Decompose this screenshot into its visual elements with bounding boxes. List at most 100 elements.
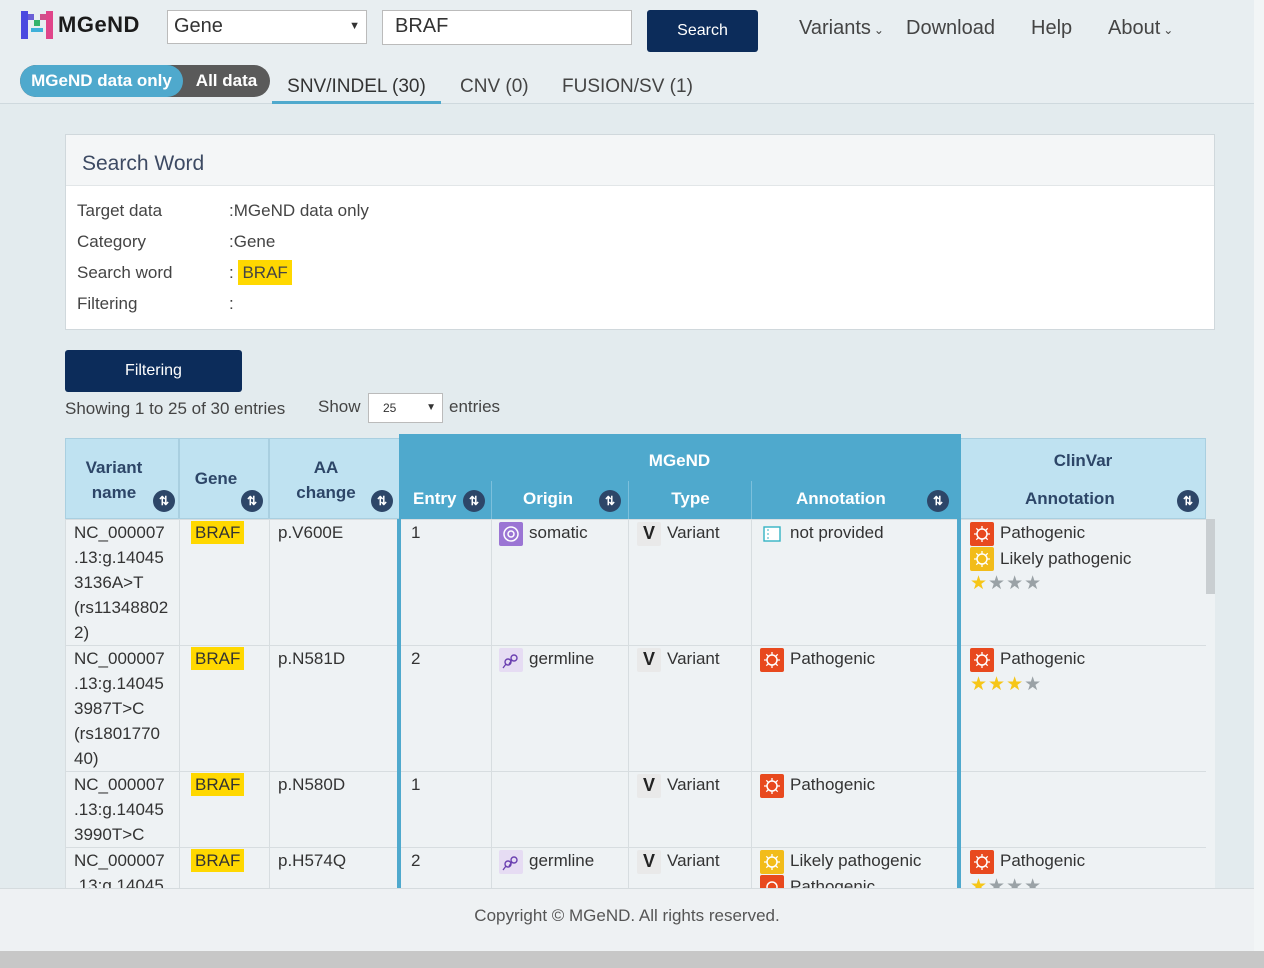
category-row: Category:Gene [77, 232, 276, 251]
nav-help[interactable]: Help [1031, 17, 1072, 40]
nav-download[interactable]: Download [906, 17, 995, 40]
aa-change-cell: p.N580D [278, 775, 346, 794]
row-key: Category [77, 232, 146, 251]
star-icon: ★★★ [988, 573, 1043, 595]
partial-row-clip: NC_000007 .13:g.14045 BRAF p.H574Q 2 ger… [65, 847, 1206, 888]
table-row [65, 645, 1206, 771]
sort-icon[interactable]: ⇅ [927, 490, 949, 512]
aa-change-cell: p.H574Q [278, 851, 347, 870]
sort-icon[interactable]: ⇅ [371, 490, 393, 512]
col-header-variant-name[interactable]: Variant name ⇅ [65, 438, 179, 519]
search-button[interactable]: Search [647, 10, 758, 52]
row-key: Target data [77, 201, 163, 220]
sort-icon[interactable]: ⇅ [241, 490, 263, 512]
variant-icon: V [637, 849, 661, 874]
entry-cell[interactable]: 2 [411, 646, 420, 671]
variant-line: (rs1801770 [74, 724, 161, 743]
sort-icon[interactable]: ⇅ [463, 490, 485, 512]
annotation-label: Likely pathogenic [790, 851, 922, 870]
table-scrollbar-thumb[interactable] [1206, 519, 1215, 594]
col-header-gene[interactable]: Gene ⇅ [179, 438, 269, 519]
sort-icon[interactable]: ⇅ [153, 490, 175, 512]
col-header-clinvar-annotation[interactable]: Annotation ⇅ [960, 481, 1206, 519]
col-header-label: Origin [523, 489, 574, 508]
data-scope-toggle[interactable]: MGeND data only All data [20, 65, 270, 97]
sort-icon[interactable]: ⇅ [1177, 490, 1199, 512]
row-value: MGeND data only [233, 201, 369, 220]
row-key: Filtering [77, 294, 138, 313]
horizontal-scrollbar[interactable] [0, 951, 1264, 968]
sort-icon[interactable]: ⇅ [599, 490, 621, 512]
col-header-origin[interactable]: Origin ⇅ [491, 481, 628, 519]
search-word-row: Search word: BRAF [77, 260, 292, 285]
origin-cell: somatic [499, 520, 588, 546]
search-word-panel: Search Word Target data:MGeND data only … [65, 134, 1215, 330]
column-divider [628, 519, 629, 888]
variant-name-cell[interactable]: NC_000007 .13:g.14045 3987T>C (rs1801770… [74, 646, 178, 771]
aa-change-cell: p.V600E [278, 523, 344, 542]
variant-name-cell[interactable]: NC_000007 .13:g.14045 3990T>C [74, 772, 178, 847]
table-scrollbar[interactable] [1206, 519, 1215, 888]
col-header-aa-change[interactable]: AA change ⇅ [269, 438, 400, 519]
germline-icon [499, 849, 523, 874]
gene-chip[interactable]: BRAF [191, 647, 245, 670]
star-icon: ★★★ [988, 875, 1043, 888]
gene-cell[interactable]: BRAF [191, 520, 245, 545]
clinvar-annotation-cell: Pathogenic ★★★★ [970, 848, 1085, 888]
gene-cell[interactable]: BRAF [191, 848, 245, 873]
nav-variants[interactable]: Variants ⌄ [799, 17, 884, 40]
col-group-label: ClinVar [1053, 451, 1113, 470]
annotation-cell: Pathogenic [760, 772, 875, 798]
pathogenic-icon [970, 521, 994, 546]
variant-icon: V [637, 773, 661, 798]
tab-cnv[interactable]: CNV (0) [460, 76, 529, 98]
logo[interactable]: MGeND [20, 10, 140, 40]
toggle-mgend-only[interactable]: MGeND data only [20, 65, 183, 97]
gene-chip[interactable]: BRAF [191, 521, 245, 544]
variant-line: .13:g.14045 [74, 674, 164, 693]
toggle-all-data[interactable]: All data [183, 65, 270, 97]
star-icon: ★ [970, 875, 989, 888]
tab-snv-indel[interactable]: SNV/INDEL (30) [272, 76, 441, 104]
tab-fusion-sv[interactable]: FUSION/SV (1) [562, 76, 693, 98]
gene-cell[interactable]: BRAF [191, 646, 245, 671]
nav-about[interactable]: About ⌄ [1108, 17, 1173, 40]
gene-chip[interactable]: BRAF [191, 849, 245, 872]
variant-name-cell[interactable]: NC_000007 .13:g.14045 3136A>T (rs1134880… [74, 520, 178, 645]
gene-chip[interactable]: BRAF [191, 773, 245, 796]
entry-cell[interactable]: 1 [411, 520, 420, 545]
origin-cell: germline [499, 848, 594, 874]
page-scroll-track[interactable] [1254, 0, 1264, 951]
variant-line: .13:g.14045 [74, 548, 164, 567]
aa-change-cell: p.N581D [278, 649, 346, 668]
entry-cell[interactable]: 2 [411, 848, 420, 873]
type-cell: V Variant [637, 772, 720, 798]
dropdown-arrow-icon: ▼ [426, 402, 436, 413]
germline-icon [499, 647, 523, 672]
variant-line: 3990T>C [74, 825, 145, 844]
likely-pathogenic-icon [760, 849, 784, 874]
entry-cell[interactable]: 1 [411, 772, 420, 797]
filtering-row: Filtering: [77, 294, 234, 313]
search-input[interactable]: BRAF [382, 10, 632, 45]
col-header-entry[interactable]: Entry ⇅ [399, 481, 491, 519]
col-group-label: MGeND [648, 451, 711, 470]
review-stars: ★★★★ [970, 571, 1131, 596]
top-header: MGeND Gene ▼ BRAF Search Variants ⌄ Downl… [0, 0, 1254, 104]
filtering-button[interactable]: Filtering [65, 350, 242, 392]
type-cell: V Variant [637, 646, 720, 672]
table-row [65, 771, 1206, 847]
category-select[interactable]: Gene ▼ [167, 10, 367, 44]
variant-icon: V [637, 521, 661, 546]
annotation-label: Pathogenic [790, 775, 876, 794]
table-row [65, 519, 1206, 645]
col-group-mgend: MGeND [399, 434, 960, 481]
gene-cell[interactable]: BRAF [191, 772, 245, 797]
variant-name-cell[interactable]: NC_000007 .13:g.14045 [74, 848, 178, 888]
star-icon: ★★★ [970, 673, 1025, 695]
nav-about-label: About [1108, 17, 1161, 39]
footer: Copyright © MGeND. All rights reserved. [0, 888, 1254, 951]
col-header-type[interactable]: Type [628, 481, 751, 519]
col-header-annotation[interactable]: Annotation ⇅ [751, 481, 960, 519]
entries-per-page-select[interactable]: 25 ▼ [368, 393, 443, 423]
